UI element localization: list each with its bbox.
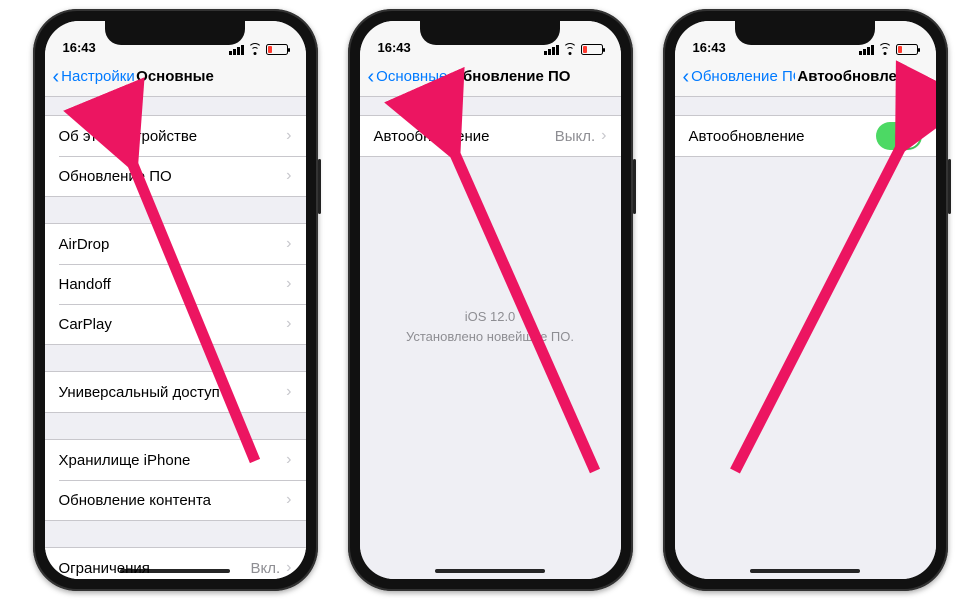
screen-3: 16:43 ‹ Обновление ПО Автообновление Авт… [675,21,936,579]
row-auto-update[interactable]: Автообновление Выкл. › [360,116,621,156]
row-label: Об этом устройстве [59,128,198,145]
chevron-right-icon: › [286,235,291,253]
chevron-right-icon: › [286,127,291,145]
nav-bar: ‹ Настройки Основные [45,57,306,97]
phone-frame-1: 16:43 ‹ Настройки Основные Об этом устро… [33,9,318,591]
chevron-right-icon: › [286,491,291,509]
row-label: Обновление контента [59,492,212,509]
nav-title: Основные [136,68,214,85]
chevron-left-icon: ‹ [53,67,60,87]
status-time: 16:43 [63,40,96,55]
nav-back-label: Настройки [61,68,135,85]
status-icons [544,44,603,55]
ios-version: iOS 12.0 [380,307,601,327]
row-label: Автообновление [689,128,805,145]
toggle-switch-on[interactable] [876,122,922,150]
status-time: 16:43 [378,40,411,55]
row-airdrop[interactable]: AirDrop › [45,224,306,264]
status-icons [859,44,918,55]
software-update-content: Автообновление Выкл. › iOS 12.0 Установл… [360,97,621,579]
row-value: Вкл. [251,560,281,577]
auto-update-content: Автообновление [675,97,936,579]
nav-title: Обновление ПО [451,68,570,85]
wifi-icon [248,45,262,55]
settings-group: Хранилище iPhone › Обновление контента › [45,439,306,521]
home-indicator [120,569,230,573]
settings-group: Автообновление [675,115,936,157]
phone-frame-2: 16:43 ‹ Основные Обновление ПО Автообнов… [348,9,633,591]
home-indicator [435,569,545,573]
notch [105,21,245,45]
status-icons [229,44,288,55]
row-handoff[interactable]: Handoff › [45,264,306,304]
nav-back-button[interactable]: ‹ Настройки [53,67,135,87]
row-label: Автообновление [374,128,490,145]
row-software-update[interactable]: Обновление ПО › [45,156,306,196]
chevron-right-icon: › [286,451,291,469]
nav-back-label: Обновление ПО [691,68,795,85]
nav-back-button[interactable]: ‹ Обновление ПО [683,67,796,87]
wifi-icon [878,45,892,55]
nav-title: Автообновление [797,68,923,85]
status-time: 16:43 [693,40,726,55]
wifi-icon [563,45,577,55]
screen-1: 16:43 ‹ Настройки Основные Об этом устро… [45,21,306,579]
phone-frame-3: 16:43 ‹ Обновление ПО Автообновление Авт… [663,9,948,591]
chevron-right-icon: › [286,275,291,293]
nav-back-button[interactable]: ‹ Основные [368,67,448,87]
row-value: Выкл. [555,128,595,145]
notch [420,21,560,45]
settings-group: Автообновление Выкл. › [360,115,621,157]
battery-icon [266,44,288,55]
row-label: Хранилище iPhone [59,452,191,469]
row-label: CarPlay [59,316,112,333]
battery-icon [896,44,918,55]
row-label: Handoff [59,276,111,293]
settings-group: Универсальный доступ › [45,371,306,413]
chevron-left-icon: ‹ [368,67,375,87]
signal-icon [859,45,874,55]
battery-icon [581,44,603,55]
chevron-left-icon: ‹ [683,67,690,87]
screen-2: 16:43 ‹ Основные Обновление ПО Автообнов… [360,21,621,579]
update-message: Установлено новейшее ПО. [380,327,601,347]
home-indicator [750,569,860,573]
settings-group: Об этом устройстве › Обновление ПО › [45,115,306,197]
row-label: Ограничения [59,560,150,577]
row-label: Универсальный доступ [59,384,220,401]
row-carplay[interactable]: CarPlay › [45,304,306,344]
row-storage[interactable]: Хранилище iPhone › [45,440,306,480]
settings-group: AirDrop › Handoff › CarPlay › [45,223,306,345]
row-label: AirDrop [59,236,110,253]
signal-icon [544,45,559,55]
row-label: Обновление ПО [59,168,172,185]
row-auto-update-toggle[interactable]: Автообновление [675,116,936,156]
chevron-right-icon: › [286,315,291,333]
settings-group: Ограничения Вкл. › [45,547,306,579]
row-restrictions[interactable]: Ограничения Вкл. › [45,548,306,579]
signal-icon [229,45,244,55]
notch [735,21,875,45]
chevron-right-icon: › [286,559,291,577]
row-about[interactable]: Об этом устройстве › [45,116,306,156]
chevron-right-icon: › [286,167,291,185]
row-background-refresh[interactable]: Обновление контента › [45,480,306,520]
row-accessibility[interactable]: Универсальный доступ › [45,372,306,412]
nav-bar: ‹ Обновление ПО Автообновление [675,57,936,97]
settings-list[interactable]: Об этом устройстве › Обновление ПО › Air… [45,97,306,579]
chevron-right-icon: › [286,383,291,401]
update-status-text: iOS 12.0 Установлено новейшее ПО. [360,307,621,346]
chevron-right-icon: › [601,127,606,145]
nav-bar: ‹ Основные Обновление ПО [360,57,621,97]
nav-back-label: Основные [376,68,447,85]
